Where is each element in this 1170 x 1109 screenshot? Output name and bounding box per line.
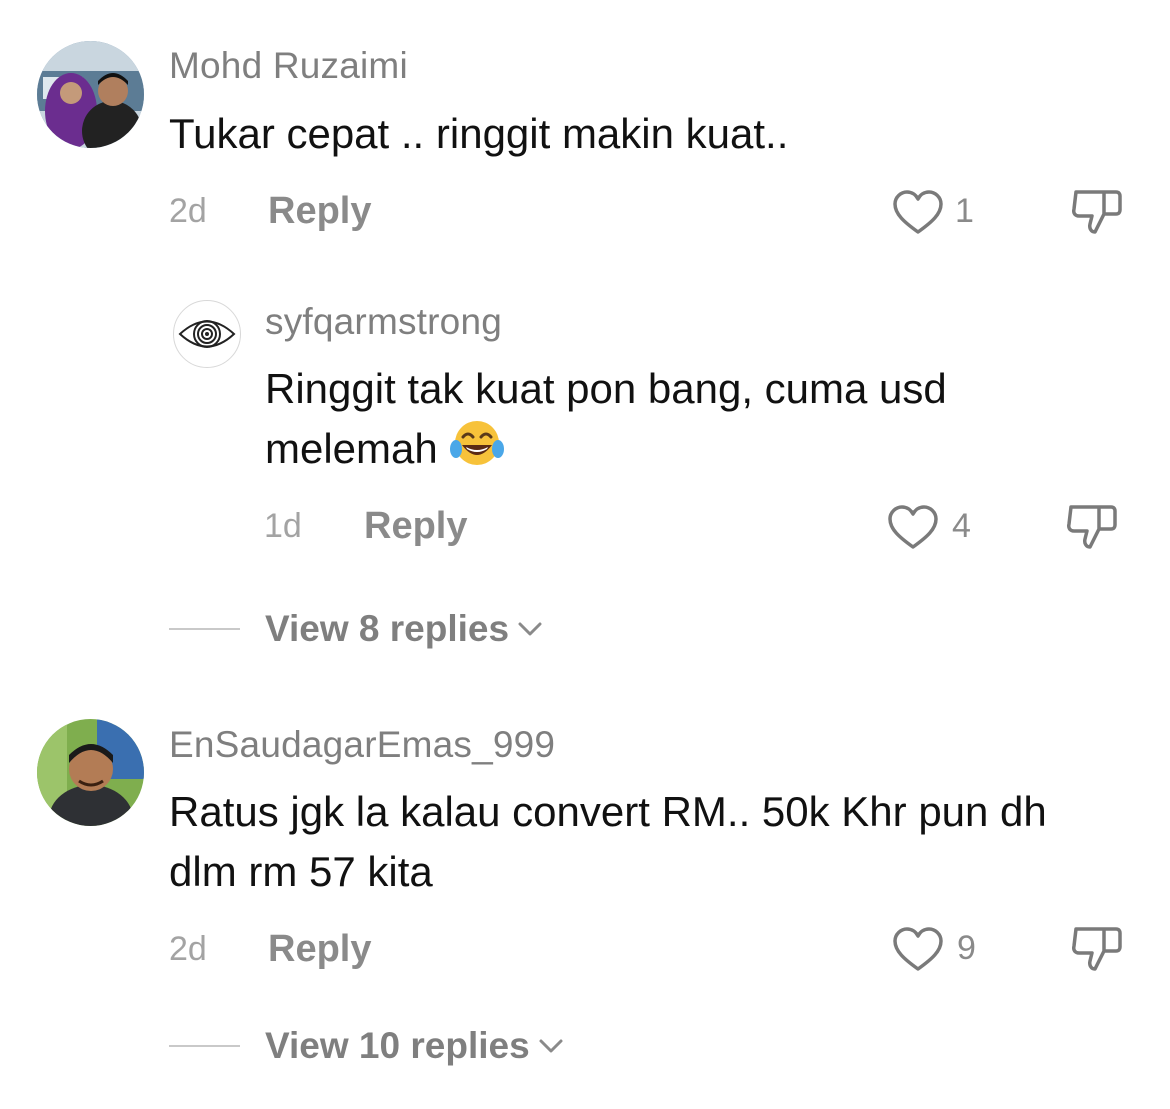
view-replies-label: View 8 replies xyxy=(265,608,510,649)
reply-button[interactable]: Reply xyxy=(268,190,371,233)
avatar[interactable] xyxy=(37,41,144,148)
person-photo-avatar-image xyxy=(37,41,144,148)
face-with-tears-of-joy-icon xyxy=(449,419,505,485)
comment-text: Tukar cepat .. ringgit makin kuat.. xyxy=(169,110,789,157)
reply-button[interactable]: Reply xyxy=(364,505,467,548)
reply-username[interactable]: syfqarmstrong xyxy=(265,301,502,343)
person-photo-avatar-image xyxy=(37,719,144,826)
reply-text-content: Ringgit tak kuat pon bang, cuma usd mele… xyxy=(265,365,947,472)
thread-divider xyxy=(169,628,240,630)
avatar[interactable] xyxy=(37,719,144,826)
comment-username[interactable]: EnSaudagarEmas_999 xyxy=(169,724,555,766)
like-count: 1 xyxy=(955,192,974,230)
thread-divider xyxy=(169,1045,240,1047)
view-replies-button[interactable]: View 10 replies xyxy=(265,1025,564,1067)
chevron-down-icon xyxy=(518,622,542,636)
comment-timestamp: 2d xyxy=(169,192,207,230)
avatar[interactable] xyxy=(173,300,241,368)
like-count: 4 xyxy=(952,507,971,545)
dislike-icon[interactable] xyxy=(1065,501,1119,558)
eye-drawing-avatar-image xyxy=(178,320,236,348)
like-count: 9 xyxy=(957,929,976,967)
heart-icon[interactable] xyxy=(887,505,939,556)
reply-button[interactable]: Reply xyxy=(268,928,371,971)
comment-username[interactable]: Mohd Ruzaimi xyxy=(169,45,408,87)
heart-icon[interactable] xyxy=(892,927,944,978)
chevron-down-icon xyxy=(539,1039,563,1053)
view-replies-label: View 10 replies xyxy=(265,1025,530,1066)
comment-timestamp: 2d xyxy=(169,930,207,968)
dislike-icon[interactable] xyxy=(1070,186,1124,243)
reply-timestamp: 1d xyxy=(264,507,302,545)
view-replies-button[interactable]: View 8 replies xyxy=(265,608,543,650)
reply-text: Ringgit tak kuat pon bang, cuma usd mele… xyxy=(265,359,1085,485)
comment-text: Ratus jgk la kalau convert RM.. 50k Khr … xyxy=(169,788,1047,895)
dislike-icon[interactable] xyxy=(1070,923,1124,980)
heart-icon[interactable] xyxy=(892,190,944,241)
